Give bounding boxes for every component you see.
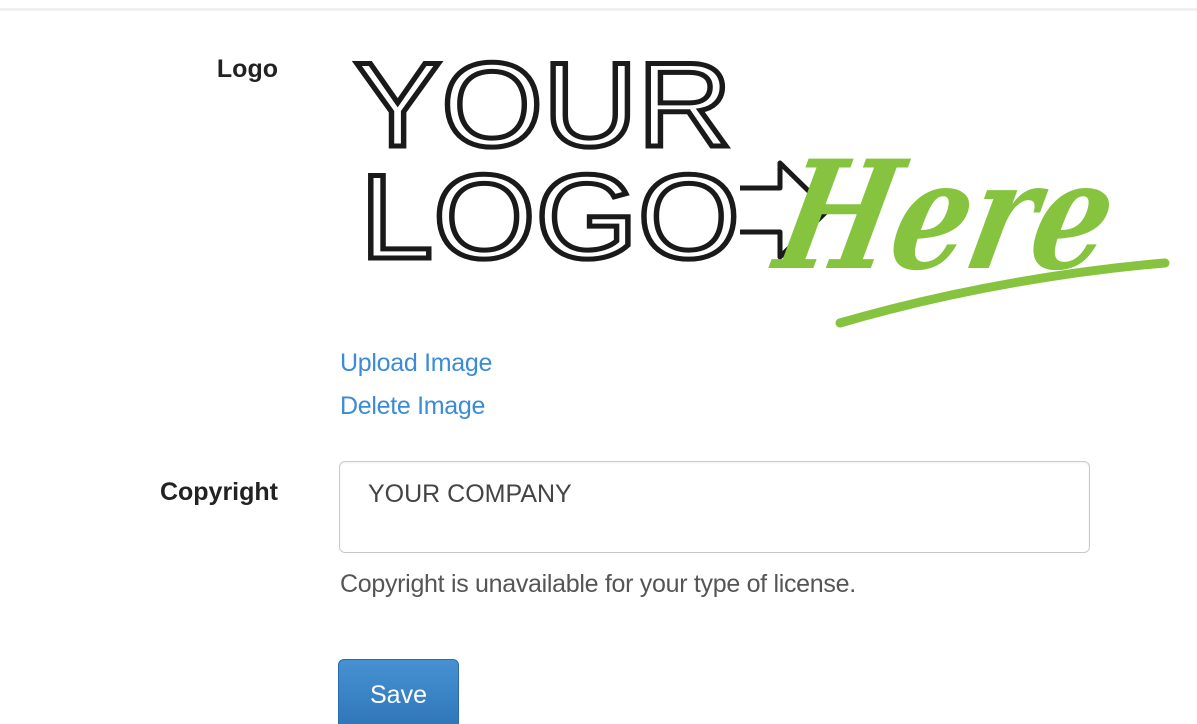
logo-preview-image: YOUR LOGO Here — [340, 38, 1180, 338]
here-script: Here — [760, 128, 1170, 328]
delete-image-link[interactable]: Delete Image — [340, 392, 485, 421]
save-button[interactable]: Save — [338, 659, 459, 724]
divider — [0, 8, 1197, 11]
copyright-input[interactable]: YOUR COMPANY — [339, 461, 1090, 553]
logo-text-line2: LOGO — [360, 150, 740, 284]
copyright-label: Copyright — [159, 478, 278, 506]
settings-page: Logo YOUR LOGO Here Upload Image Delete … — [0, 0, 1197, 724]
logo-label: Logo — [216, 55, 278, 83]
copyright-help-text: Copyright is unavailable for your type o… — [340, 570, 856, 598]
upload-image-link[interactable]: Upload Image — [340, 349, 492, 378]
